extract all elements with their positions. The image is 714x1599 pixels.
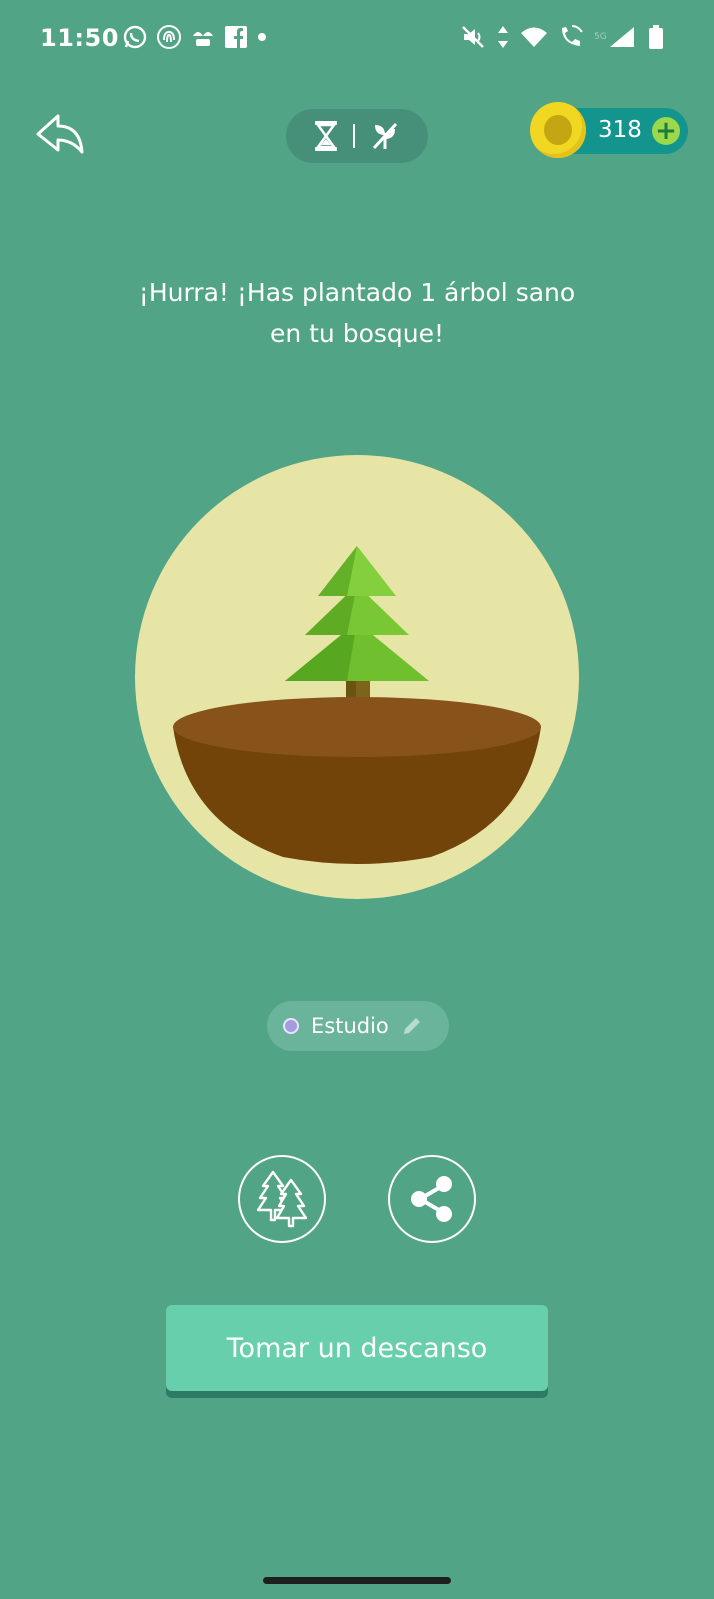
facebook-icon xyxy=(225,26,247,49)
mode-toggle[interactable] xyxy=(286,109,428,163)
take-break-button[interactable]: Tomar un descanso xyxy=(166,1305,548,1391)
no-sapling-icon xyxy=(372,122,398,150)
forest-button[interactable] xyxy=(238,1155,326,1243)
share-button[interactable] xyxy=(388,1155,476,1243)
share-icon xyxy=(411,1176,452,1222)
wifi-icon xyxy=(521,27,547,47)
plant-icon xyxy=(193,32,213,46)
tree-illustration xyxy=(135,455,579,899)
edit-pencil-icon xyxy=(403,1018,420,1034)
dot-icon xyxy=(258,33,266,41)
svg-text:5G: 5G xyxy=(594,32,607,42)
whatsapp-icon xyxy=(123,25,147,49)
home-indicator[interactable] xyxy=(263,1577,451,1584)
status-bar: 11:50 5G xyxy=(0,0,714,80)
mode-divider xyxy=(353,124,355,148)
back-button[interactable] xyxy=(34,112,86,160)
success-message: ¡Hurra! ¡Has plantado 1 árbol sano en tu… xyxy=(100,272,614,354)
coin-balance[interactable]: 318 + xyxy=(530,102,688,158)
notification-icons xyxy=(122,24,268,50)
soil-top xyxy=(173,697,541,757)
message-line-1: ¡Hurra! ¡Has plantado 1 árbol sano xyxy=(138,278,576,307)
wifi-call-icon xyxy=(562,25,583,46)
system-icons: 5G xyxy=(460,24,664,50)
status-time: 11:50 xyxy=(40,24,119,52)
back-arrow-icon xyxy=(36,114,84,154)
fingerprint-icon xyxy=(157,25,181,49)
plus-icon[interactable]: + xyxy=(652,117,680,145)
mute-icon xyxy=(462,26,484,48)
tag-color-dot xyxy=(283,1018,299,1034)
coin-icon xyxy=(530,102,586,158)
data-arrows-icon xyxy=(498,26,508,48)
battery-icon xyxy=(649,25,663,49)
hourglass-icon xyxy=(315,121,337,151)
message-line-2: en tu bosque! xyxy=(269,319,445,348)
tag-selector[interactable]: Estudio xyxy=(267,1001,449,1051)
tag-label: Estudio xyxy=(311,1014,389,1038)
forest-icon xyxy=(256,1170,308,1228)
coin-count: 318 xyxy=(598,117,642,143)
signal-icon: 5G xyxy=(594,27,634,47)
